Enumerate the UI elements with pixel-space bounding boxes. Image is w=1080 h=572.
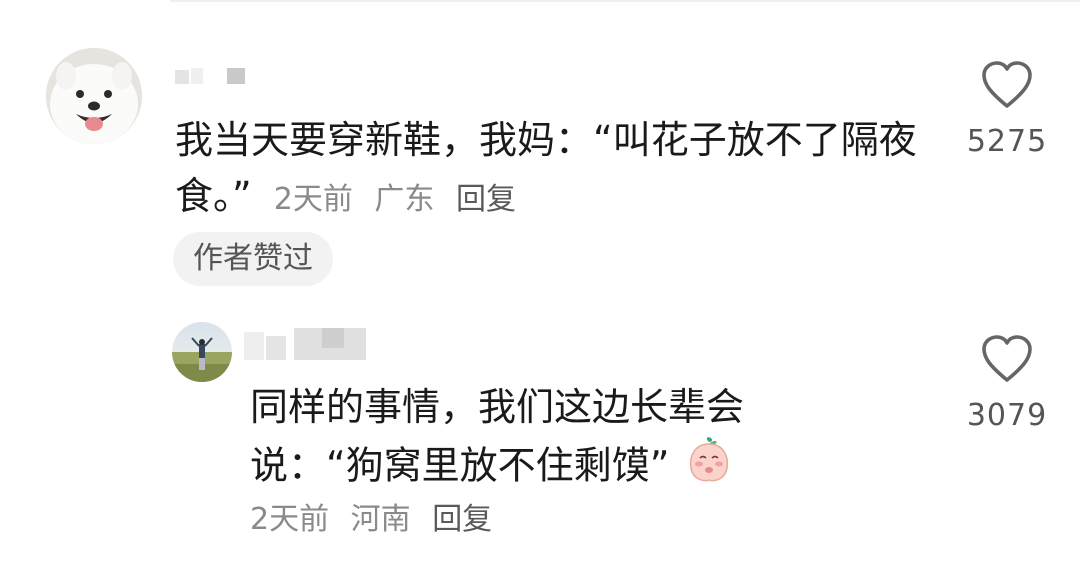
reply-avatar[interactable] — [172, 322, 232, 382]
comment-body: 我当天要穿新鞋，我妈：“叫花子放不了隔夜食。” 2天前 广东 回复 — [175, 112, 935, 228]
reply-body: 同样的事情，我们这边长辈会 说：“狗窝里放不住剩馍” — [250, 378, 890, 500]
like-count: 3079 — [966, 398, 1048, 433]
reply-username-masked[interactable] — [244, 326, 366, 362]
blushing-peach-emoji-icon — [685, 436, 733, 500]
reply-time: 2天前 — [250, 502, 330, 537]
top-divider — [170, 0, 1080, 2]
author-liked-badge: 作者赞过 — [173, 232, 333, 286]
comment-like[interactable]: 5275 — [952, 60, 1062, 159]
person-on-grassland-avatar-icon — [172, 322, 232, 382]
avatar[interactable] — [46, 48, 142, 144]
heart-outline-icon[interactable] — [980, 334, 1034, 384]
reply-text-line-2: 说：“狗窝里放不住剩馍” — [250, 436, 890, 500]
masked-username-icon — [244, 328, 366, 360]
reply-location: 河南 — [350, 502, 411, 537]
reply-text-line-1: 同样的事情，我们这边长辈会 — [250, 385, 745, 429]
masked-username-icon — [175, 68, 245, 84]
reply-like[interactable]: 3079 — [952, 334, 1062, 433]
username-masked[interactable] — [175, 66, 245, 86]
samoyed-dog-avatar-icon — [46, 48, 142, 144]
reply-meta: 2天前 河南 回复 — [250, 494, 504, 538]
comment-reply-button[interactable]: 回复 — [456, 182, 516, 217]
comment-time: 2天前 — [273, 182, 353, 217]
comment-location: 广东 — [374, 182, 435, 217]
like-count: 5275 — [966, 124, 1048, 159]
reply-text-line-2-text: 说：“狗窝里放不住剩馍” — [250, 443, 670, 488]
heart-outline-icon[interactable] — [980, 60, 1034, 110]
reply-reply-button[interactable]: 回复 — [432, 502, 492, 537]
comment-meta: 2天前 广东 回复 — [274, 182, 528, 217]
